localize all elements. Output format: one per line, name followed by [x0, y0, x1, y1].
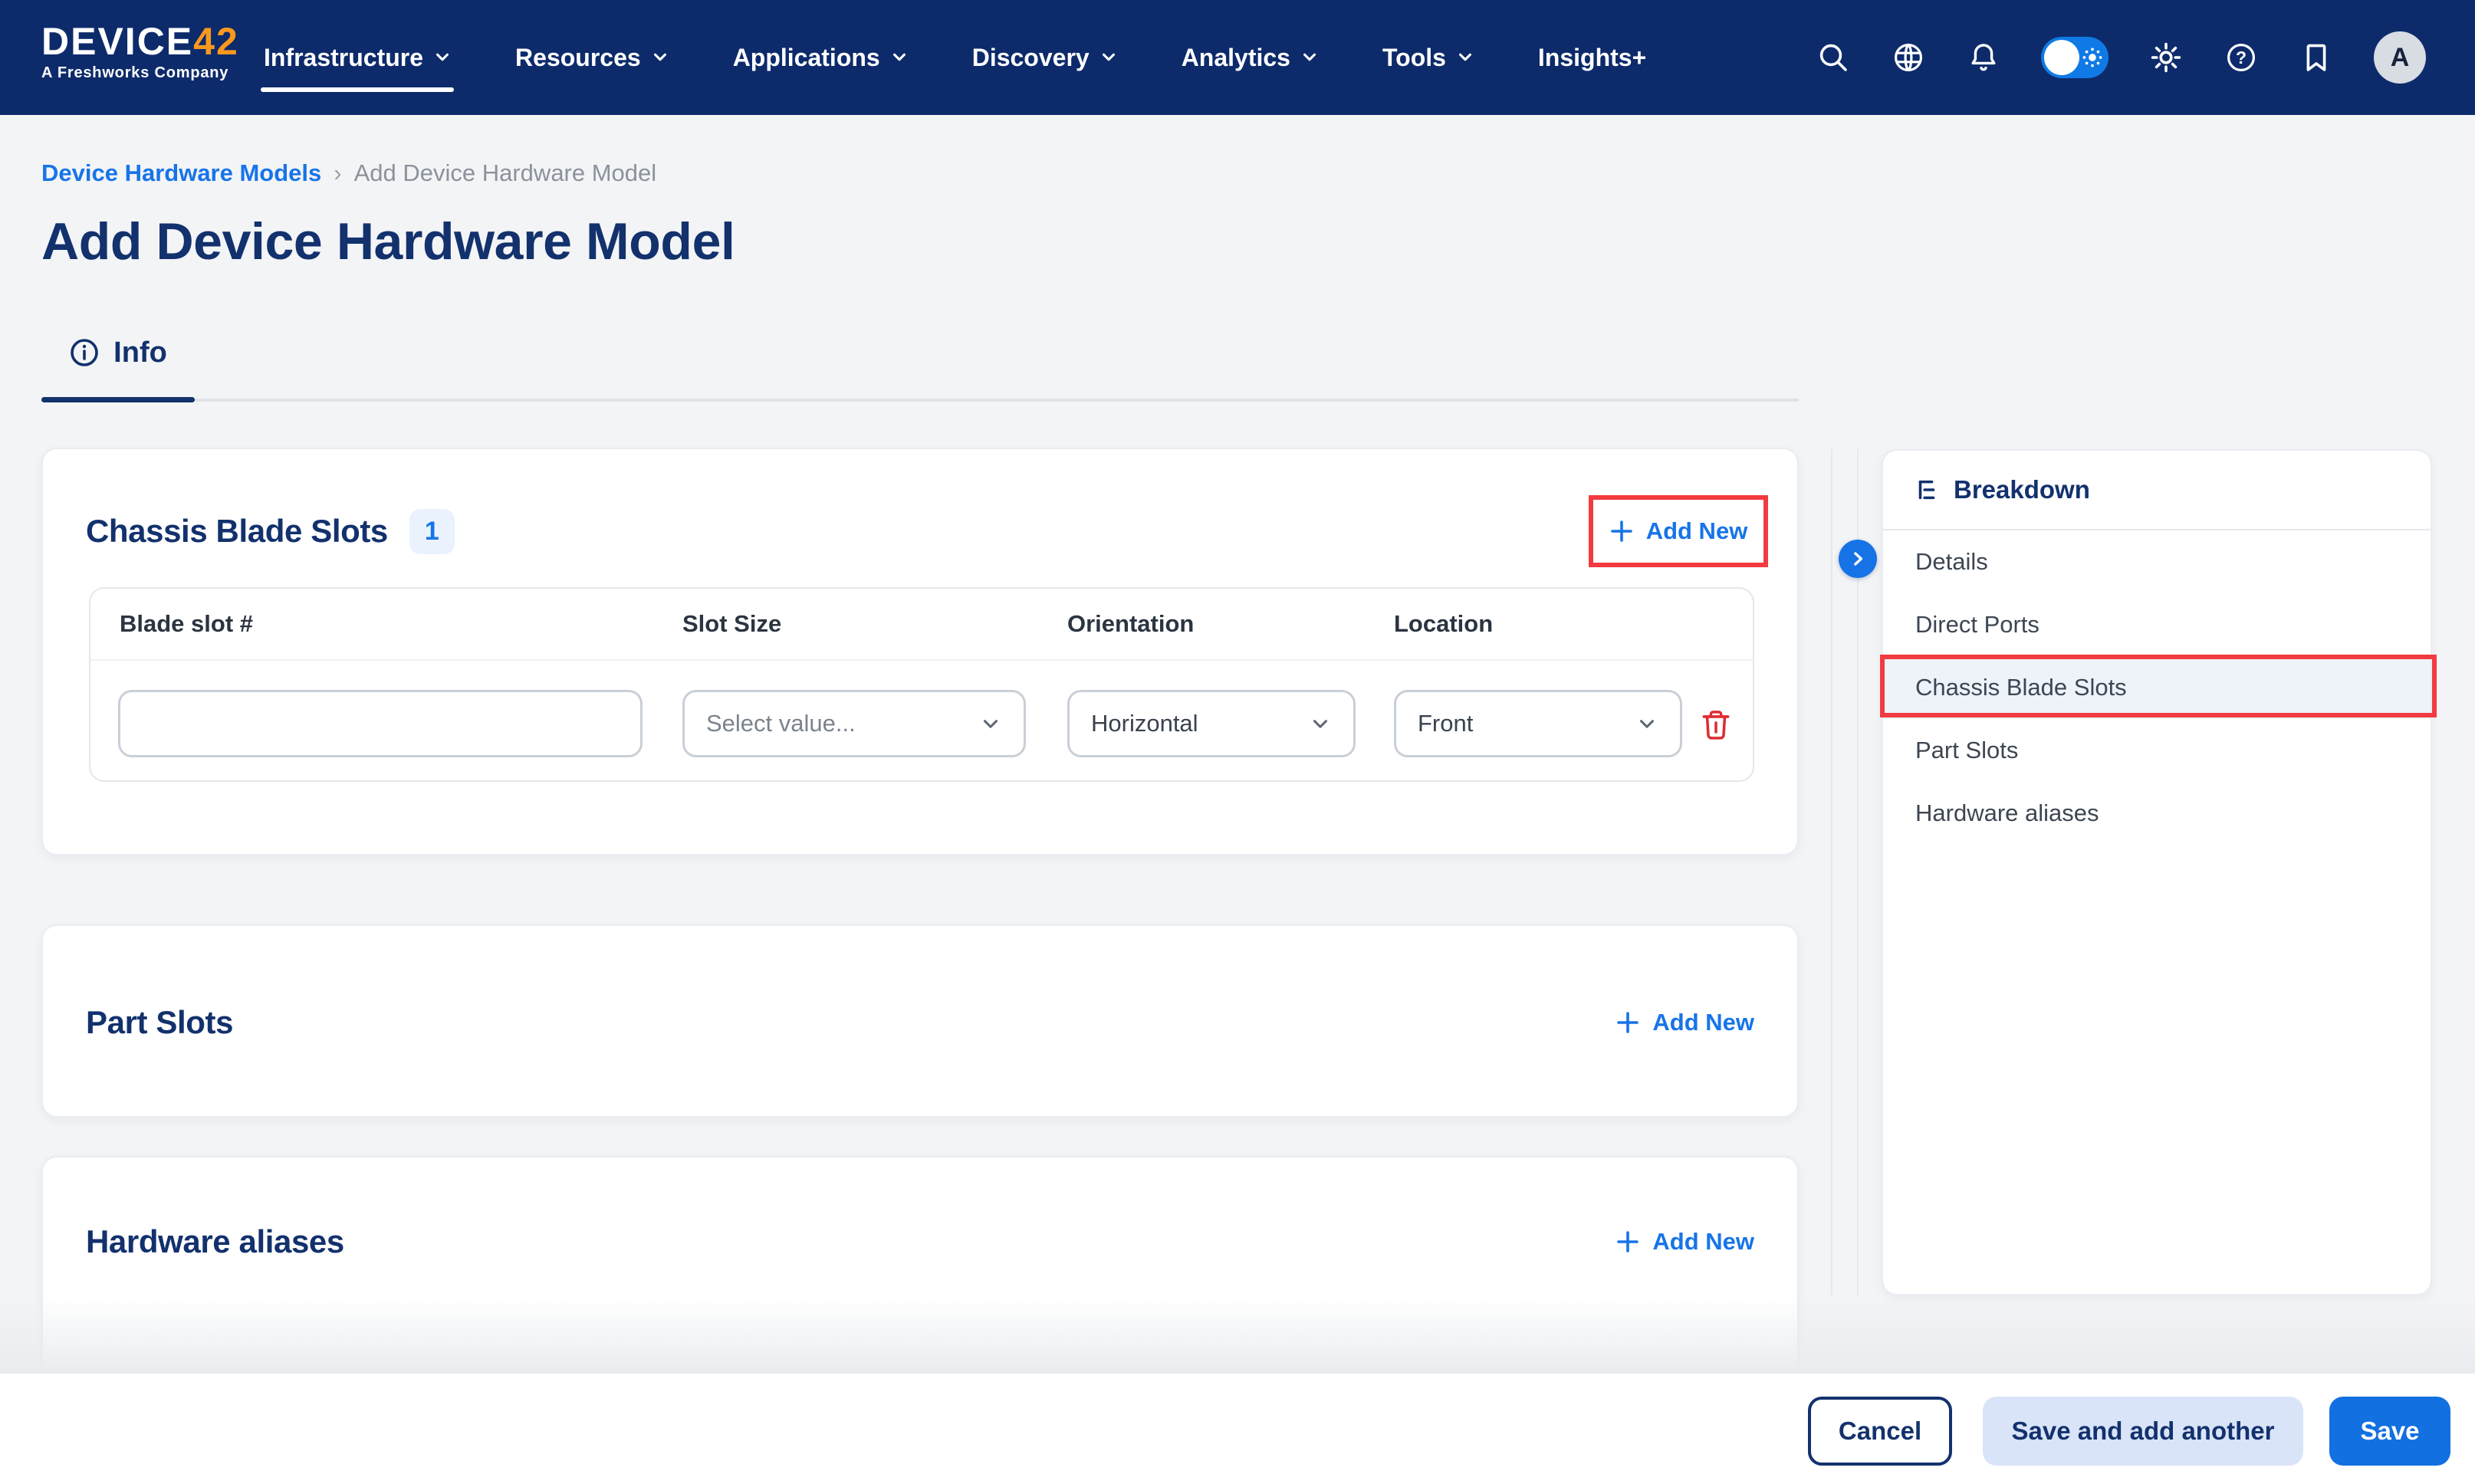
- footer-bar: Cancel Save and add another Save: [0, 1374, 2475, 1484]
- sidebar-item-part-slots[interactable]: Part Slots: [1883, 719, 2431, 782]
- sun-icon: [2082, 48, 2102, 67]
- sidebar-item-hardware-aliases[interactable]: Hardware aliases: [1883, 782, 2431, 845]
- delete-row-trash-icon[interactable]: [1698, 707, 1734, 744]
- sidebar-item-details[interactable]: Details: [1883, 530, 2431, 593]
- chevron-down-icon: [1301, 49, 1318, 66]
- blade-slots-table: Blade slot # Slot Size Orientation Locat…: [89, 587, 1754, 782]
- sidebar-item-direct-ports[interactable]: Direct Ports: [1883, 593, 2431, 656]
- nav-analytics[interactable]: Analytics: [1182, 44, 1318, 72]
- col-header-blade-slot: Blade slot #: [120, 589, 253, 659]
- cancel-button[interactable]: Cancel: [1808, 1397, 1952, 1466]
- part-slots-header: Part Slots Add New: [86, 926, 1754, 1119]
- content-divider-line: [1831, 449, 1832, 1295]
- breakdown-sidebar: Breakdown Details Direct Ports Chassis B…: [1882, 449, 2432, 1295]
- sidebar-collapse-button[interactable]: [1839, 540, 1877, 578]
- plus-icon: [1609, 519, 1634, 543]
- nav-discovery[interactable]: Discovery: [972, 44, 1117, 72]
- chassis-add-new-button[interactable]: Add New: [1589, 495, 1768, 567]
- part-slots-add-new-button[interactable]: Add New: [1615, 1009, 1754, 1036]
- chevron-down-icon: [891, 49, 908, 66]
- gear-icon[interactable]: [2148, 40, 2184, 75]
- nav-resources[interactable]: Resources: [515, 44, 669, 72]
- globe-icon[interactable]: [1891, 40, 1926, 75]
- chevron-down-icon: [1100, 49, 1117, 66]
- chevron-down-icon: [434, 49, 451, 66]
- hardware-aliases-title: Hardware aliases: [86, 1223, 344, 1260]
- avatar[interactable]: A: [2374, 31, 2426, 84]
- blade-slot-input[interactable]: [118, 690, 643, 757]
- logo-brand: DEVICE: [41, 20, 193, 63]
- tab-active-underline: [41, 397, 195, 402]
- nav-applications[interactable]: Applications: [733, 44, 908, 72]
- toggle-knob: [2044, 40, 2079, 75]
- main-menu: Infrastructure Resources Applications Di…: [264, 0, 1646, 115]
- bookmark-icon[interactable]: [2299, 40, 2334, 75]
- logo[interactable]: DEVICE42 A Freshworks Company: [41, 21, 239, 82]
- chassis-count-badge: 1: [409, 509, 455, 554]
- save-and-add-another-button[interactable]: Save and add another: [1983, 1397, 2303, 1466]
- logo-tagline: A Freshworks Company: [41, 64, 239, 82]
- page: DEVICE42 A Freshworks Company Infrastruc…: [0, 0, 2475, 1484]
- logo-accent: 42: [193, 20, 239, 63]
- nav-tools[interactable]: Tools: [1382, 44, 1474, 72]
- page-title: Add Device Hardware Model: [41, 212, 735, 271]
- nav-insights[interactable]: Insights+: [1538, 44, 1646, 72]
- help-icon[interactable]: ?: [2224, 40, 2259, 75]
- chevron-down-icon: [652, 49, 669, 66]
- chassis-card-header: Chassis Blade Slots 1: [86, 495, 455, 567]
- chevron-down-icon: [979, 712, 1002, 735]
- table-header-divider: [90, 659, 1753, 661]
- col-header-location: Location: [1394, 589, 1493, 659]
- slot-size-select[interactable]: Select value...: [682, 690, 1026, 757]
- breakdown-header: Breakdown: [1914, 451, 2090, 529]
- hardware-aliases-add-new-button[interactable]: Add New: [1615, 1228, 1754, 1256]
- breakdown-items: Details Direct Ports Chassis Blade Slots…: [1883, 530, 2431, 845]
- top-navbar: DEVICE42 A Freshworks Company Infrastruc…: [0, 0, 2475, 115]
- plus-icon: [1615, 1230, 1640, 1254]
- tab-info[interactable]: Info: [41, 327, 195, 379]
- chevron-down-icon: [1635, 712, 1658, 735]
- breadcrumb-parent-link[interactable]: Device Hardware Models: [41, 159, 321, 187]
- tab-separator-line: [41, 399, 1799, 402]
- breadcrumb-separator: ›: [334, 159, 341, 187]
- bell-icon[interactable]: [1966, 40, 2001, 75]
- part-slots-title: Part Slots: [86, 1004, 233, 1041]
- chassis-blade-slots-card: Chassis Blade Slots 1 Add New Blade slot…: [41, 448, 1799, 855]
- info-icon: [69, 337, 100, 368]
- nav-infrastructure[interactable]: Infrastructure: [264, 44, 451, 72]
- chevron-down-icon: [1309, 712, 1332, 735]
- breadcrumb-current: Add Device Hardware Model: [354, 159, 657, 187]
- breadcrumb: Device Hardware Models › Add Device Hard…: [41, 159, 656, 187]
- hardware-aliases-card: Hardware aliases Add New: [41, 1156, 1799, 1401]
- save-button[interactable]: Save: [2329, 1397, 2450, 1466]
- chevron-down-icon: [1457, 49, 1474, 66]
- col-header-slot-size: Slot Size: [682, 589, 781, 659]
- col-header-orientation: Orientation: [1067, 589, 1194, 659]
- orientation-select[interactable]: Horizontal: [1067, 690, 1356, 757]
- sidebar-item-chassis-blade-slots[interactable]: Chassis Blade Slots: [1883, 656, 2431, 719]
- theme-toggle[interactable]: [2041, 37, 2109, 78]
- svg-text:?: ?: [2236, 48, 2247, 67]
- navbar-actions: ? A: [1816, 0, 2426, 115]
- search-icon[interactable]: [1816, 40, 1851, 75]
- chassis-card-title: Chassis Blade Slots: [86, 513, 388, 550]
- hardware-aliases-header: Hardware aliases Add New: [86, 1219, 1754, 1265]
- breakdown-tree-icon: [1914, 477, 1940, 503]
- location-select[interactable]: Front: [1394, 690, 1682, 757]
- chevron-right-icon: [1847, 548, 1869, 570]
- plus-icon: [1615, 1010, 1640, 1035]
- tab-info-label: Info: [113, 337, 167, 369]
- part-slots-card: Part Slots Add New: [41, 924, 1799, 1118]
